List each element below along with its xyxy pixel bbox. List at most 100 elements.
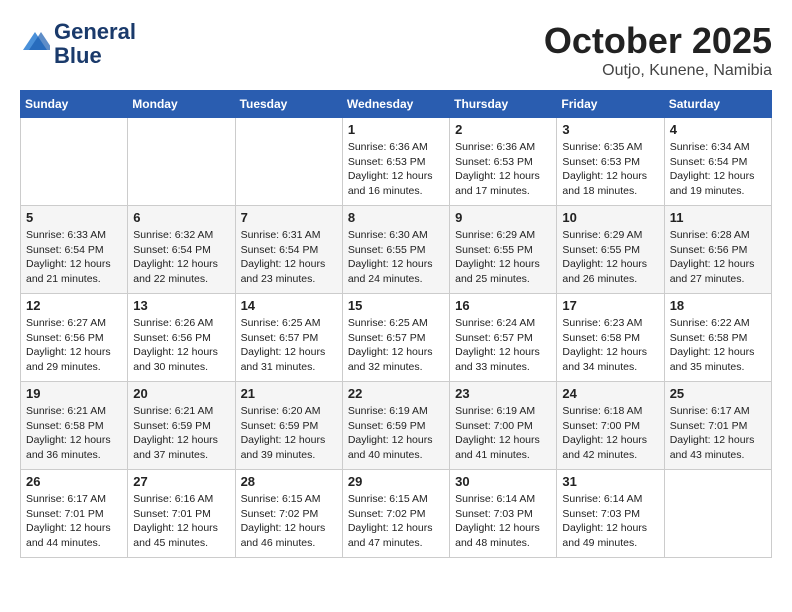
day-info: Sunrise: 6:29 AMSunset: 6:55 PMDaylight:… (455, 228, 551, 287)
day-info: Sunrise: 6:14 AMSunset: 7:03 PMDaylight:… (562, 492, 658, 551)
calendar-day: 18 Sunrise: 6:22 AMSunset: 6:58 PMDayligh… (664, 294, 771, 382)
calendar-day: 13Sunrise: 6:26 AMSunset: 6:56 PMDayligh… (128, 294, 235, 382)
calendar-day: 7Sunrise: 6:31 AMSunset: 6:54 PMDaylight… (235, 206, 342, 294)
day-info: Sunrise: 6:17 AMSunset: 7:01 PMDaylight:… (670, 404, 766, 463)
calendar-day: 19 Sunrise: 6:21 AMSunset: 6:58 PMDayligh… (21, 382, 128, 470)
day-info: Sunrise: 6:36 AMSunset: 6:53 PMDaylight:… (455, 140, 551, 199)
month-title: October 2025 (544, 20, 772, 62)
calendar-day: 16 Sunrise: 6:24 AMSunset: 6:57 PMDayligh… (450, 294, 557, 382)
day-info: Sunrise: 6:30 AMSunset: 6:55 PMDaylight:… (348, 228, 444, 287)
calendar-day: 4Sunrise: 6:34 AMSunset: 6:54 PMDaylight… (664, 118, 771, 206)
day-number: 19 (26, 386, 122, 401)
calendar-day: 1 Sunrise: 6:36 AMSunset: 6:53 PMDaylight… (342, 118, 449, 206)
day-number: 17 (562, 298, 658, 313)
calendar-header-row: SundayMondayTuesdayWednesdayThursdayFrid… (21, 91, 772, 118)
day-number: 14 (241, 298, 337, 313)
day-number: 20 (133, 386, 229, 401)
calendar-week-row: 12Sunrise: 6:27 AMSunset: 6:56 PMDayligh… (21, 294, 772, 382)
calendar-day: 31Sunrise: 6:14 AMSunset: 7:03 PMDayligh… (557, 470, 664, 558)
weekday-header: Wednesday (342, 91, 449, 118)
day-number: 30 (455, 474, 551, 489)
day-info: Sunrise: 6:26 AMSunset: 6:56 PMDaylight:… (133, 316, 229, 375)
day-number: 8 (348, 210, 444, 225)
day-info: Sunrise: 6:19 AMSunset: 7:00 PMDaylight:… (455, 404, 551, 463)
day-info: Sunrise: 6:17 AMSunset: 7:01 PMDaylight:… (26, 492, 122, 551)
day-info: Sunrise: 6:28 AMSunset: 6:56 PMDaylight:… (670, 228, 766, 287)
location: Outjo, Kunene, Namibia (544, 62, 772, 80)
day-number: 12 (26, 298, 122, 313)
calendar-empty (235, 118, 342, 206)
day-info: Sunrise: 6:32 AMSunset: 6:54 PMDaylight:… (133, 228, 229, 287)
day-number: 26 (26, 474, 122, 489)
calendar-day: 11 Sunrise: 6:28 AMSunset: 6:56 PMDayligh… (664, 206, 771, 294)
day-number: 25 (670, 386, 766, 401)
calendar-day: 12Sunrise: 6:27 AMSunset: 6:56 PMDayligh… (21, 294, 128, 382)
day-number: 9 (455, 210, 551, 225)
calendar-week-row: 5 Sunrise: 6:33 AMSunset: 6:54 PMDaylight… (21, 206, 772, 294)
day-number: 10 (562, 210, 658, 225)
day-info: Sunrise: 6:29 AMSunset: 6:55 PMDaylight:… (562, 228, 658, 287)
calendar-day: 23Sunrise: 6:19 AMSunset: 7:00 PMDayligh… (450, 382, 557, 470)
calendar-day: 10 Sunrise: 6:29 AMSunset: 6:55 PMDayligh… (557, 206, 664, 294)
day-info: Sunrise: 6:34 AMSunset: 6:54 PMDaylight:… (670, 140, 766, 199)
weekday-header: Monday (128, 91, 235, 118)
page-header: General Blue October 2025 Outjo, Kunene,… (20, 20, 772, 80)
day-info: Sunrise: 6:22 AMSunset: 6:58 PMDaylight:… (670, 316, 766, 375)
day-info: Sunrise: 6:25 AMSunset: 6:57 PMDaylight:… (348, 316, 444, 375)
day-number: 28 (241, 474, 337, 489)
calendar-day: 21 Sunrise: 6:20 AMSunset: 6:59 PMDayligh… (235, 382, 342, 470)
calendar-day: 6Sunrise: 6:32 AMSunset: 6:54 PMDaylight… (128, 206, 235, 294)
day-number: 18 (670, 298, 766, 313)
calendar-day: 26 Sunrise: 6:17 AMSunset: 7:01 PMDayligh… (21, 470, 128, 558)
day-number: 2 (455, 122, 551, 137)
calendar-week-row: 26 Sunrise: 6:17 AMSunset: 7:01 PMDayligh… (21, 470, 772, 558)
day-info: Sunrise: 6:24 AMSunset: 6:57 PMDaylight:… (455, 316, 551, 375)
calendar-day: 22Sunrise: 6:19 AMSunset: 6:59 PMDayligh… (342, 382, 449, 470)
day-number: 7 (241, 210, 337, 225)
calendar-day: 2 Sunrise: 6:36 AMSunset: 6:53 PMDaylight… (450, 118, 557, 206)
day-info: Sunrise: 6:15 AMSunset: 7:02 PMDaylight:… (241, 492, 337, 551)
day-info: Sunrise: 6:16 AMSunset: 7:01 PMDaylight:… (133, 492, 229, 551)
calendar-day: 14 Sunrise: 6:25 AMSunset: 6:57 PMDayligh… (235, 294, 342, 382)
calendar-empty (664, 470, 771, 558)
day-number: 21 (241, 386, 337, 401)
day-number: 27 (133, 474, 229, 489)
calendar-empty (21, 118, 128, 206)
calendar-day: 20 Sunrise: 6:21 AMSunset: 6:59 PMDayligh… (128, 382, 235, 470)
day-info: Sunrise: 6:21 AMSunset: 6:59 PMDaylight:… (133, 404, 229, 463)
logo-text: General Blue (54, 20, 136, 68)
day-info: Sunrise: 6:25 AMSunset: 6:57 PMDaylight:… (241, 316, 337, 375)
weekday-header: Tuesday (235, 91, 342, 118)
calendar-day: 28 Sunrise: 6:15 AMSunset: 7:02 PMDayligh… (235, 470, 342, 558)
day-number: 16 (455, 298, 551, 313)
day-number: 29 (348, 474, 444, 489)
calendar-day: 8 Sunrise: 6:30 AMSunset: 6:55 PMDaylight… (342, 206, 449, 294)
day-number: 3 (562, 122, 658, 137)
weekday-header: Sunday (21, 91, 128, 118)
day-number: 11 (670, 210, 766, 225)
weekday-header: Saturday (664, 91, 771, 118)
day-info: Sunrise: 6:36 AMSunset: 6:53 PMDaylight:… (348, 140, 444, 199)
weekday-header: Friday (557, 91, 664, 118)
day-info: Sunrise: 6:33 AMSunset: 6:54 PMDaylight:… (26, 228, 122, 287)
calendar-empty (128, 118, 235, 206)
calendar-day: 17 Sunrise: 6:23 AMSunset: 6:58 PMDayligh… (557, 294, 664, 382)
day-info: Sunrise: 6:15 AMSunset: 7:02 PMDaylight:… (348, 492, 444, 551)
title-block: October 2025 Outjo, Kunene, Namibia (544, 20, 772, 80)
day-number: 5 (26, 210, 122, 225)
day-info: Sunrise: 6:18 AMSunset: 7:00 PMDaylight:… (562, 404, 658, 463)
calendar-week-row: 19 Sunrise: 6:21 AMSunset: 6:58 PMDayligh… (21, 382, 772, 470)
calendar-day: 9 Sunrise: 6:29 AMSunset: 6:55 PMDaylight… (450, 206, 557, 294)
day-info: Sunrise: 6:19 AMSunset: 6:59 PMDaylight:… (348, 404, 444, 463)
calendar-week-row: 1 Sunrise: 6:36 AMSunset: 6:53 PMDaylight… (21, 118, 772, 206)
day-number: 1 (348, 122, 444, 137)
calendar-day: 30Sunrise: 6:14 AMSunset: 7:03 PMDayligh… (450, 470, 557, 558)
day-info: Sunrise: 6:21 AMSunset: 6:58 PMDaylight:… (26, 404, 122, 463)
calendar-day: 5 Sunrise: 6:33 AMSunset: 6:54 PMDaylight… (21, 206, 128, 294)
day-info: Sunrise: 6:20 AMSunset: 6:59 PMDaylight:… (241, 404, 337, 463)
day-info: Sunrise: 6:35 AMSunset: 6:53 PMDaylight:… (562, 140, 658, 199)
weekday-header: Thursday (450, 91, 557, 118)
calendar-day: 3 Sunrise: 6:35 AMSunset: 6:53 PMDaylight… (557, 118, 664, 206)
calendar-day: 27 Sunrise: 6:16 AMSunset: 7:01 PMDayligh… (128, 470, 235, 558)
day-info: Sunrise: 6:23 AMSunset: 6:58 PMDaylight:… (562, 316, 658, 375)
